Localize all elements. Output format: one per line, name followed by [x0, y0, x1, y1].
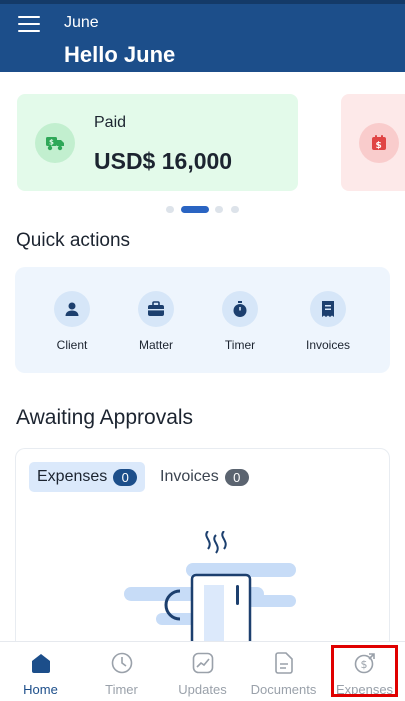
awaiting-approvals-title: Awaiting Approvals [16, 406, 194, 429]
document-icon [272, 651, 296, 675]
bottom-navigation: Home Timer Updates Documents $ Expenses [0, 641, 405, 701]
nav-label: Home [23, 682, 58, 697]
nav-label: Updates [178, 682, 227, 697]
paid-summary-card[interactable]: $ Paid USD$ 16,000 [17, 94, 298, 191]
tab-label: Expenses [37, 468, 108, 485]
tab-invoices[interactable]: Invoices 0 [152, 462, 257, 492]
nav-updates[interactable]: Updates [162, 642, 243, 701]
briefcase-icon [138, 291, 174, 327]
quick-actions-title: Quick actions [16, 230, 131, 251]
header-user-name: June [64, 14, 99, 31]
nav-expenses[interactable]: $ Expenses [324, 642, 405, 701]
svg-text:$: $ [376, 141, 382, 151]
tab-label: Invoices [160, 468, 219, 485]
nav-home[interactable]: Home [0, 642, 81, 701]
hamburger-menu-icon[interactable] [18, 16, 40, 34]
carousel-dot[interactable] [215, 206, 223, 213]
count-badge: 0 [224, 468, 249, 486]
nav-timer[interactable]: Timer [81, 642, 162, 701]
carousel-dot[interactable] [166, 206, 174, 213]
svg-text:$: $ [360, 658, 367, 671]
nav-documents[interactable]: Documents [243, 642, 324, 701]
carousel-dot-active[interactable] [181, 206, 209, 213]
quick-action-label: Client [56, 338, 88, 352]
calendar-dollar-icon: $ [359, 123, 399, 163]
quick-action-timer[interactable]: Timer [200, 291, 280, 352]
quick-action-invoices[interactable]: Invoices [288, 291, 368, 352]
dollar-circle-arrow-icon: $ [353, 651, 377, 675]
home-icon [29, 651, 53, 675]
nav-label: Documents [250, 682, 317, 697]
stopwatch-icon [222, 291, 258, 327]
carousel-dot[interactable] [231, 206, 239, 213]
quick-actions-panel: Client Matter Timer Invoices [15, 267, 390, 373]
person-icon [54, 291, 90, 327]
approvals-panel: Expenses 0 Invoices 0 [15, 448, 390, 648]
header-greeting: Hello June [64, 42, 176, 67]
quick-action-label: Matter [138, 338, 173, 352]
tab-expenses[interactable]: Expenses 0 [29, 462, 146, 492]
svg-text:$: $ [49, 139, 54, 147]
nav-label: Expenses [335, 682, 394, 697]
count-badge: 0 [113, 468, 138, 486]
app-header: June Hello June [0, 0, 405, 72]
coffee-mug-illustration [116, 530, 301, 648]
quick-action-matter[interactable]: Matter [116, 291, 196, 352]
money-truck-icon: $ [35, 123, 75, 163]
quick-action-label: Invoices [305, 338, 351, 352]
trend-chart-icon [191, 651, 215, 675]
quick-action-client[interactable]: Client [32, 291, 112, 352]
invoice-icon [310, 291, 346, 327]
card-value: USD$ 16,000 [94, 148, 233, 174]
nav-label: Timer [105, 682, 138, 697]
clock-icon [110, 651, 134, 675]
quick-action-label: Timer [224, 338, 256, 352]
next-summary-card[interactable]: $ [341, 94, 405, 191]
carousel-indicator [0, 206, 405, 214]
card-label: Paid [94, 114, 127, 131]
